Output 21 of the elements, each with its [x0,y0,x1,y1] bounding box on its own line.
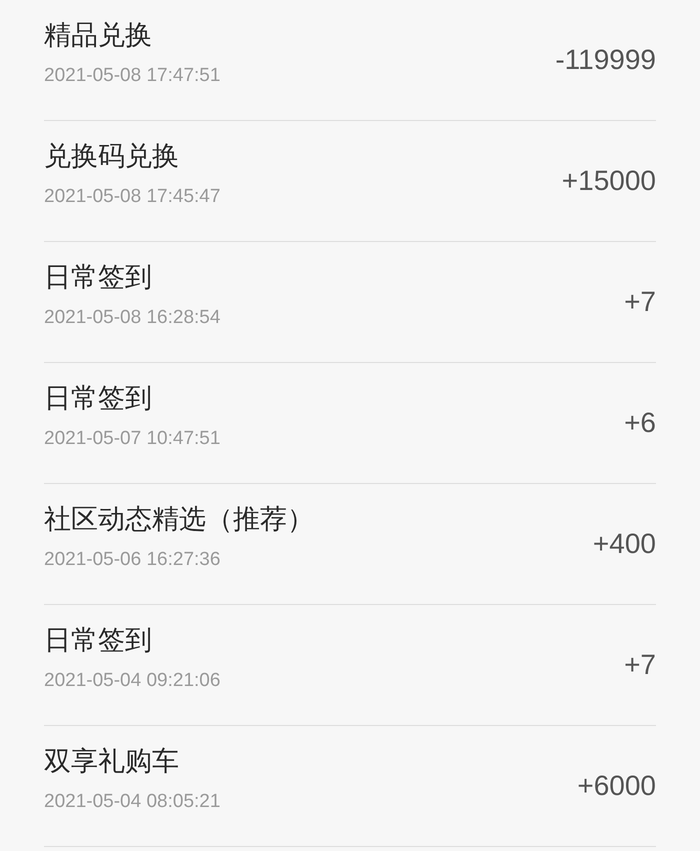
points-amount: +400 [592,528,656,560]
record-title: 日常签到 [44,261,152,295]
points-amount: +6000 [577,770,656,802]
record-time: 2021-05-06 16:27:36 [44,548,220,572]
record-time: 2021-05-08 17:45:47 [44,185,220,209]
points-amount: +6 [624,407,656,439]
record-title: 日常签到 [44,382,152,416]
record-time: 2021-05-08 17:47:51 [44,64,220,88]
record-time: 2021-05-08 16:28:54 [44,306,220,330]
record-time: 2021-05-07 10:47:51 [44,427,220,451]
points-amount: +7 [624,649,656,681]
points-amount: +15000 [562,165,656,197]
points-amount: -119999 [555,44,656,76]
record-title: 兑换码兑换 [44,140,179,174]
record-title: 双享礼购车 [44,745,179,779]
record-time: 2021-05-04 08:05:21 [44,790,220,814]
record-title: 社区动态精选（推荐） [44,503,314,537]
record-title: 日常签到 [44,624,152,658]
record-title: 精品兑换 [44,19,152,53]
record-time: 2021-05-04 09:21:06 [44,669,220,693]
points-amount: +7 [624,286,656,318]
